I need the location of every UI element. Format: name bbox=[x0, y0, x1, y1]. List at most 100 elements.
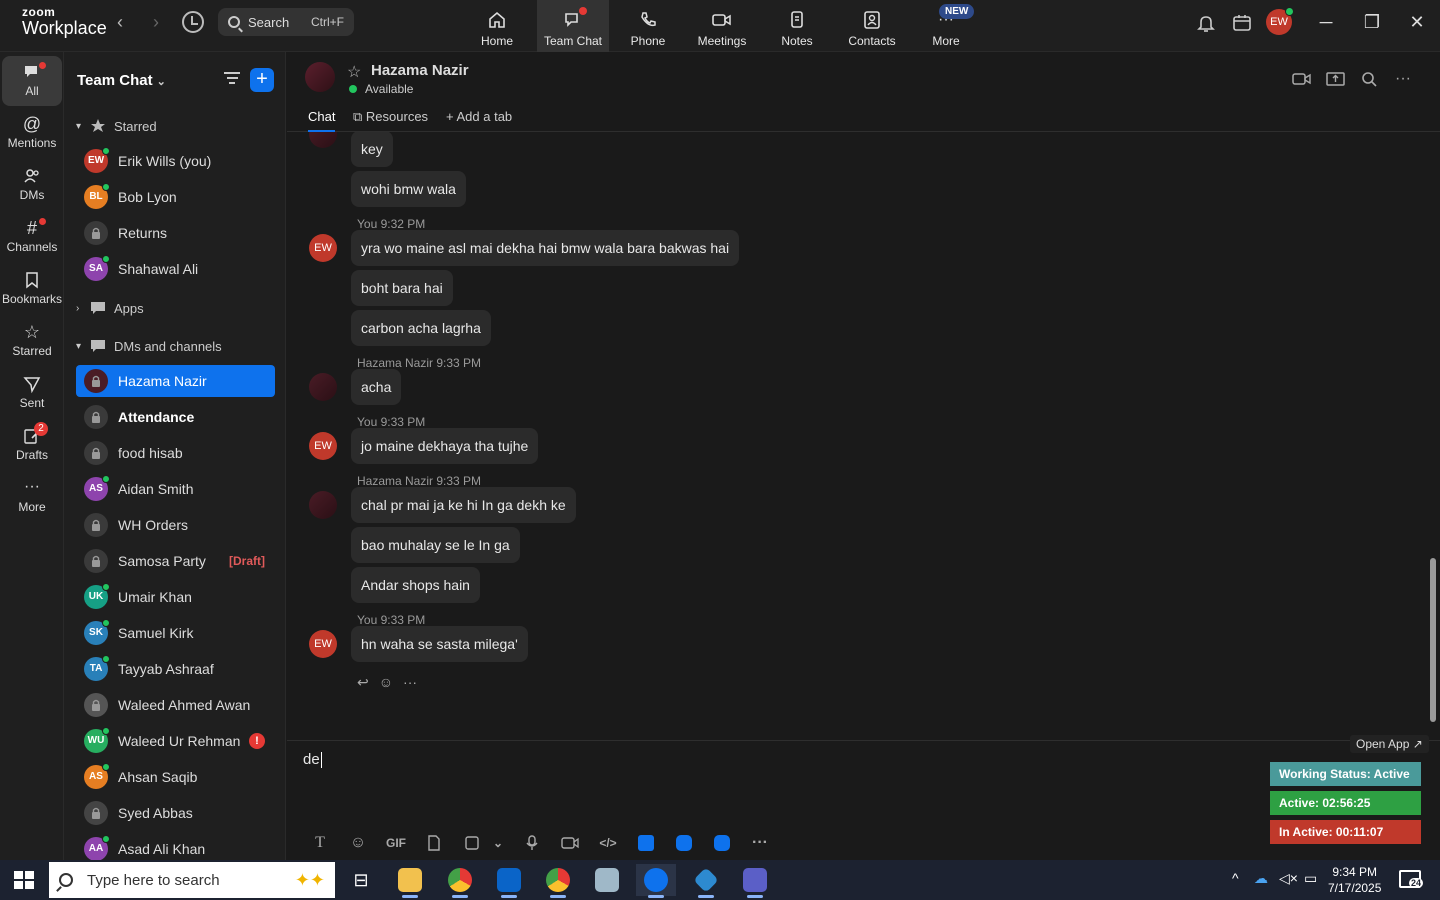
message-bubble[interactable]: wohi bmw wala bbox=[351, 171, 466, 207]
chrome-profile-icon[interactable] bbox=[538, 864, 578, 898]
app-icon-blue[interactable] bbox=[686, 864, 726, 898]
message-bubble[interactable]: chal pr mai ja ke hi In ga dekh ke bbox=[351, 487, 576, 523]
chevron-up-icon[interactable]: ^ bbox=[1232, 870, 1239, 886]
message-avatar[interactable] bbox=[309, 373, 337, 401]
list-item[interactable]: SK Samuel Kirk bbox=[76, 617, 275, 649]
tab-contacts[interactable]: Contacts bbox=[836, 0, 908, 52]
list-item[interactable]: Attendance bbox=[76, 401, 275, 433]
add-button[interactable]: + bbox=[250, 68, 274, 92]
tab-notes[interactable]: Notes bbox=[761, 0, 833, 52]
taskbar-search[interactable]: Type here to search ✦✦ bbox=[49, 862, 335, 898]
message-avatar[interactable] bbox=[309, 132, 337, 148]
tab-resources[interactable]: ⧉ Resources bbox=[353, 109, 428, 125]
rail-bookmarks[interactable]: Bookmarks bbox=[2, 264, 62, 314]
tab-phone[interactable]: Phone bbox=[612, 0, 684, 52]
list-item[interactable]: AS Ahsan Saqib bbox=[76, 761, 275, 793]
search-input[interactable]: Search Ctrl+F bbox=[218, 8, 354, 36]
message-bubble[interactable]: acha bbox=[351, 369, 402, 405]
video-camera-icon[interactable] bbox=[1291, 70, 1313, 88]
file-icon[interactable] bbox=[415, 833, 453, 853]
zoom-taskbar-icon[interactable] bbox=[636, 864, 676, 898]
open-app-button[interactable]: Open App ↗ bbox=[1350, 735, 1429, 753]
message-bubble[interactable]: boht bara hai bbox=[351, 270, 453, 306]
message-bubble[interactable]: jo maine dekhaya tha tujhe bbox=[351, 428, 539, 464]
list-item[interactable]: SA Shahawal Ali bbox=[76, 253, 275, 285]
outlook-icon[interactable] bbox=[489, 864, 529, 898]
forward-arrow-icon[interactable]: › bbox=[146, 12, 166, 32]
onedrive-icon[interactable]: ☁ bbox=[1254, 870, 1268, 887]
message-bubble[interactable]: hn waha se sasta milega' bbox=[351, 626, 528, 662]
list-item[interactable]: Syed Abbas bbox=[76, 797, 275, 829]
app-chat-icon[interactable] bbox=[703, 833, 741, 853]
rail-dms[interactable]: DMs bbox=[2, 160, 62, 210]
list-item[interactable]: TA Tayyab Ashraaf bbox=[76, 653, 275, 685]
message-bubble[interactable]: bao muhalay se le In ga bbox=[351, 527, 520, 563]
sidebar-title[interactable]: Team Chat ⌄ bbox=[77, 72, 166, 89]
composer-input[interactable]: de bbox=[303, 751, 322, 769]
rail-more[interactable]: ··· More bbox=[2, 472, 62, 522]
list-item[interactable]: Returns bbox=[76, 217, 275, 249]
task-view-icon[interactable]: ⊟ bbox=[341, 864, 381, 896]
tab-add[interactable]: + Add a tab bbox=[446, 109, 512, 124]
tab-meetings[interactable]: Meetings bbox=[686, 0, 758, 52]
volume-icon[interactable]: ◁× bbox=[1279, 870, 1298, 887]
star-icon[interactable]: ☆ bbox=[347, 62, 361, 82]
format-text-icon[interactable]: T bbox=[301, 833, 339, 853]
message-avatar[interactable]: EW bbox=[309, 630, 337, 658]
tab-chat[interactable]: Chat bbox=[308, 109, 336, 132]
list-item[interactable]: AS Aidan Smith bbox=[76, 473, 275, 505]
app-icon[interactable] bbox=[587, 864, 627, 896]
message-avatar[interactable]: EW bbox=[309, 234, 337, 262]
bell-icon[interactable] bbox=[1195, 12, 1217, 34]
rail-sent[interactable]: Sent bbox=[2, 368, 62, 418]
message-scrollbar[interactable] bbox=[1429, 132, 1437, 722]
list-item[interactable]: Samosa Party [Draft] bbox=[76, 545, 275, 577]
message-bubble[interactable]: yra wo maine asl mai dekha hai bmw wala … bbox=[351, 230, 740, 266]
system-clock[interactable]: 9:34 PM 7/17/2025 bbox=[1328, 864, 1381, 896]
contact-name[interactable]: Hazama Nazir bbox=[371, 62, 469, 79]
rail-drafts[interactable]: 2 Drafts bbox=[2, 420, 62, 470]
section-apps[interactable]: › Apps bbox=[76, 298, 144, 318]
message-bubble[interactable]: carbon acha lagrha bbox=[351, 310, 491, 346]
screenshot-icon[interactable] bbox=[453, 833, 491, 853]
contact-avatar[interactable] bbox=[305, 62, 335, 92]
section-starred[interactable]: ▾ Starred bbox=[76, 116, 157, 136]
message-bubble[interactable]: key bbox=[351, 132, 393, 167]
list-item[interactable]: UK Umair Khan bbox=[76, 581, 275, 613]
network-icon[interactable]: ▭ bbox=[1304, 870, 1317, 887]
gif-button[interactable]: GIF bbox=[377, 833, 415, 853]
teams-icon[interactable] bbox=[735, 864, 775, 898]
list-item[interactable]: food hisab bbox=[76, 437, 275, 469]
rail-all[interactable]: All bbox=[2, 56, 62, 106]
message-bubble[interactable]: Andar shops hain bbox=[351, 567, 480, 603]
list-item[interactable]: Waleed Ahmed Awan bbox=[76, 689, 275, 721]
more-options-icon[interactable]: ··· bbox=[741, 833, 779, 853]
app-zoom-icon[interactable] bbox=[665, 833, 703, 853]
chrome-icon[interactable] bbox=[440, 864, 480, 898]
maximize-icon[interactable]: ❐ bbox=[1360, 10, 1384, 34]
add-reaction-icon[interactable]: ☺ bbox=[379, 674, 393, 691]
tab-home[interactable]: Home bbox=[461, 0, 533, 52]
message-avatar[interactable] bbox=[309, 491, 337, 519]
scrollbar-thumb[interactable] bbox=[1430, 558, 1436, 722]
app-docs-icon[interactable] bbox=[627, 833, 665, 853]
list-item[interactable]: AA Asad Ali Khan bbox=[76, 833, 275, 860]
minimize-icon[interactable]: ─ bbox=[1314, 10, 1338, 34]
list-item[interactable]: EW Erik Wills (you) bbox=[76, 145, 275, 177]
list-item[interactable]: WH Orders bbox=[76, 509, 275, 541]
notification-icon[interactable]: 24 bbox=[1399, 870, 1424, 888]
search-icon[interactable] bbox=[1359, 70, 1381, 88]
more-options-icon[interactable]: ··· bbox=[403, 674, 417, 691]
filter-icon[interactable] bbox=[224, 72, 240, 86]
message-avatar[interactable]: EW bbox=[309, 432, 337, 460]
history-icon[interactable] bbox=[182, 11, 204, 33]
share-screen-icon[interactable] bbox=[1325, 70, 1347, 88]
calendar-icon[interactable] bbox=[1231, 12, 1253, 34]
close-icon[interactable]: ✕ bbox=[1405, 10, 1429, 34]
chevron-down-icon[interactable]: ⌄ bbox=[491, 833, 505, 853]
emoji-icon[interactable]: ☺ bbox=[339, 833, 377, 853]
list-item[interactable]: WU Waleed Ur Rehman! bbox=[76, 725, 275, 757]
tab-team-chat[interactable]: Team Chat bbox=[537, 0, 609, 52]
user-avatar[interactable]: EW bbox=[1266, 7, 1294, 35]
rail-mentions[interactable]: @ Mentions bbox=[2, 108, 62, 158]
